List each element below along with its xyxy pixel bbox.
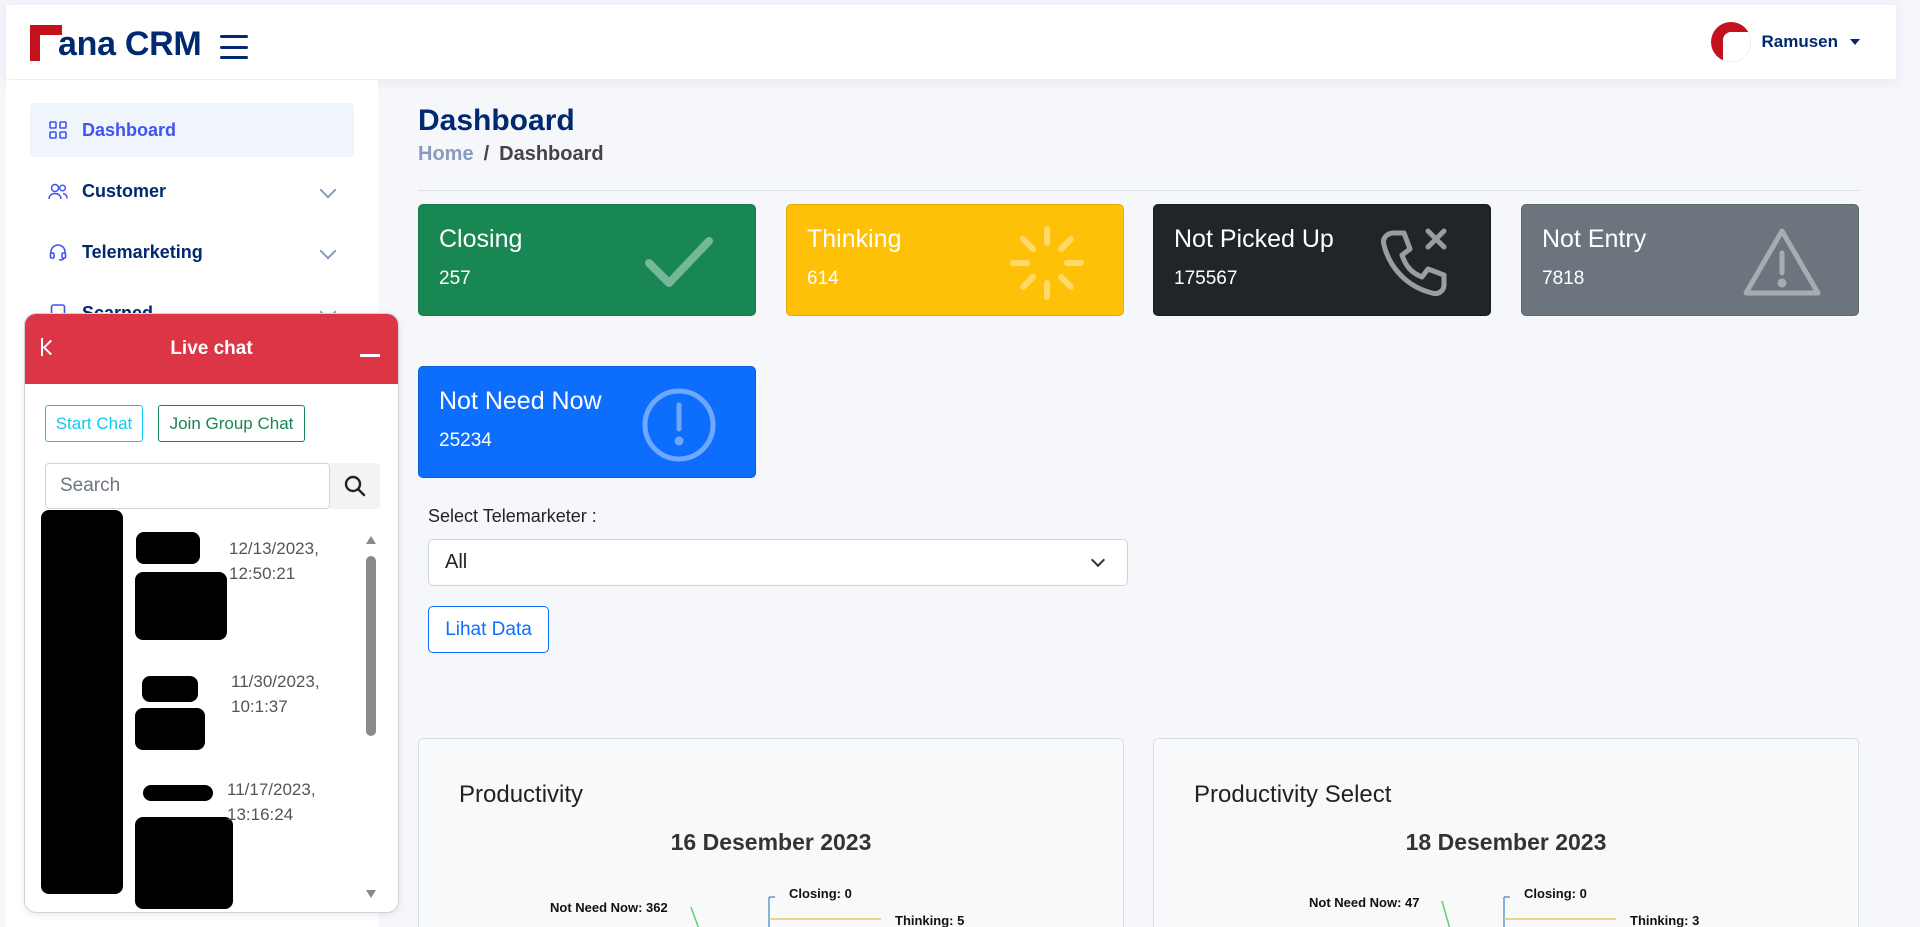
chart-label: Thinking: 3 — [1630, 913, 1700, 927]
stat-card-thinking[interactable]: Thinking 614 — [786, 204, 1124, 316]
redacted-message — [135, 817, 233, 909]
time-clock: 12:50:21 — [229, 564, 296, 583]
stat-card-not-entry[interactable]: Not Entry 7818 — [1521, 204, 1859, 316]
redacted-avatar — [41, 510, 123, 894]
check-icon — [645, 237, 713, 287]
phone-missed-icon — [1381, 228, 1447, 296]
lihat-data-button[interactable]: Lihat Data — [428, 606, 549, 653]
chat-header: Live chat — [25, 314, 398, 384]
redacted-name — [143, 785, 213, 801]
chart-connectors — [690, 896, 881, 927]
chat-title: Live chat — [170, 338, 253, 359]
chart-label: Closing: 0 — [789, 886, 852, 901]
divider — [418, 190, 1860, 191]
time-date: 11/30/2023, — [231, 672, 320, 691]
scroll-down-icon[interactable] — [366, 890, 376, 898]
menu-toggle-icon[interactable] — [220, 35, 248, 59]
chart-label: Closing: 0 — [1524, 886, 1587, 901]
chart-label: Thinking: 5 — [895, 913, 965, 927]
chevron-down-icon — [319, 181, 337, 199]
time-date: 11/17/2023, — [227, 780, 316, 799]
brand-logo[interactable]: ana CRM — [30, 19, 202, 63]
spinner-icon — [1010, 226, 1084, 300]
sidebar-item-label: Dashboard — [82, 119, 177, 140]
avatar — [1711, 22, 1752, 62]
sidebar-item-label: Telemarketing — [82, 241, 203, 262]
page-title: Dashboard — [418, 104, 575, 137]
grid-icon — [48, 120, 68, 140]
sidebar-item-telemarketing[interactable]: Telemarketing — [30, 225, 354, 279]
people-icon — [48, 181, 68, 201]
start-chat-button[interactable]: Start Chat — [45, 405, 143, 442]
productivity-select-card: Productivity Select 18 Desember 2023 Not… — [1153, 738, 1859, 927]
join-group-chat-button[interactable]: Join Group Chat — [158, 405, 305, 442]
exclamation-circle-icon — [642, 388, 716, 462]
back-icon[interactable] — [41, 336, 59, 360]
breadcrumb-current: Dashboard — [499, 143, 604, 165]
profile-name: Ramusen — [1761, 32, 1838, 51]
scroll-thumb[interactable] — [366, 556, 376, 736]
chat-item-time[interactable]: 12/13/2023, 12:50:21 — [229, 536, 319, 586]
sidebar-item-label: Customer — [82, 180, 167, 201]
live-chat-widget: Live chat Start Chat Join Group Chat Sea… — [24, 313, 399, 913]
time-clock: 10:1:37 — [231, 697, 288, 716]
headset-icon — [48, 242, 68, 262]
sidebar-item-customer[interactable]: Customer — [30, 164, 354, 218]
profile-menu[interactable]: Ramusen — [1711, 22, 1860, 62]
chart-label: Not Need Now: 362 — [550, 900, 668, 915]
stat-card-not-need-now[interactable]: Not Need Now 25234 — [418, 366, 756, 478]
search-icon — [344, 475, 366, 497]
redacted-message — [135, 572, 227, 640]
stat-card-closing[interactable]: Closing 257 — [418, 204, 756, 316]
telemarketer-label: Select Telemarketer : — [428, 506, 597, 526]
chat-item-time[interactable]: 11/17/2023, 13:16:24 — [227, 777, 316, 827]
breadcrumb-home[interactable]: Home — [418, 143, 474, 166]
chat-search-input[interactable]: Search — [45, 463, 330, 509]
minimize-icon[interactable] — [360, 354, 380, 357]
redacted-name — [142, 676, 198, 702]
telemarketer-select[interactable]: All — [428, 539, 1128, 586]
sidebar-item-dashboard[interactable]: Dashboard — [30, 103, 354, 157]
chat-scrollbar[interactable] — [363, 536, 379, 898]
caret-down-icon — [1850, 39, 1860, 45]
productivity-card: Productivity 16 Desember 2023 Not Need N… — [418, 738, 1124, 927]
chart-connectors — [1441, 896, 1616, 927]
breadcrumb: Home / Dashboard — [418, 143, 604, 166]
chat-item-time[interactable]: 11/30/2023, 10:1:37 — [231, 669, 320, 719]
chart-label: Not Need Now: 47 — [1309, 895, 1420, 910]
warning-icon — [1743, 228, 1821, 296]
search-button[interactable] — [330, 463, 380, 509]
top-header: ana CRM Ramusen — [6, 5, 1896, 79]
time-clock: 13:16:24 — [227, 805, 294, 824]
time-date: 12/13/2023, — [229, 539, 319, 558]
breadcrumb-separator: / — [483, 143, 490, 165]
select-value: All — [445, 551, 468, 573]
chevron-down-icon — [1090, 552, 1106, 567]
redacted-message — [135, 708, 205, 750]
scroll-up-icon[interactable] — [366, 536, 376, 544]
chevron-down-icon — [319, 242, 337, 260]
redacted-name — [136, 532, 200, 564]
stat-card-not-picked-up[interactable]: Not Picked Up 175567 — [1153, 204, 1491, 316]
logo-mark-icon — [30, 25, 62, 61]
brand-name: ana CRM — [58, 25, 202, 63]
